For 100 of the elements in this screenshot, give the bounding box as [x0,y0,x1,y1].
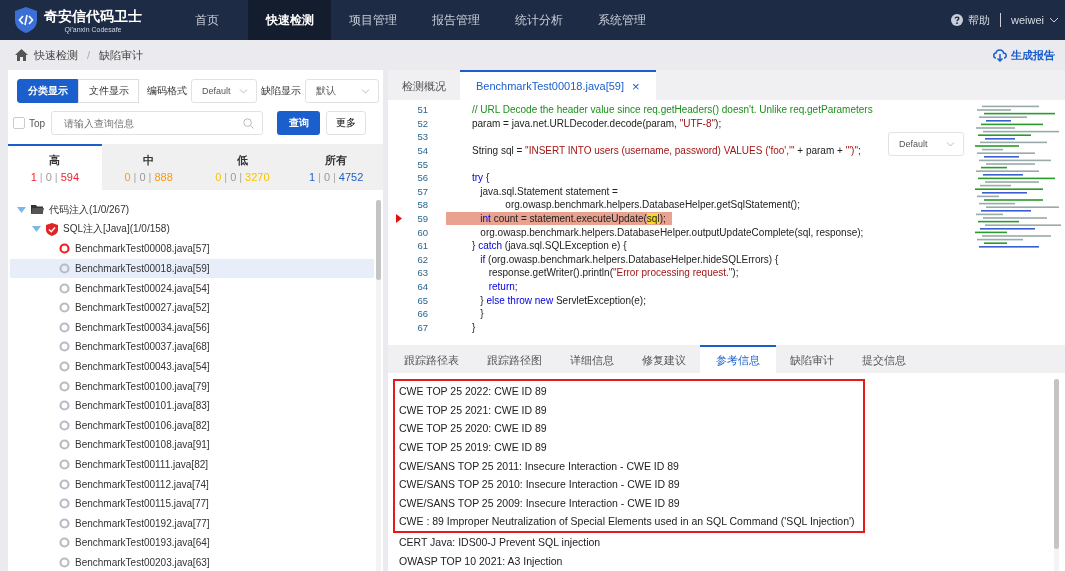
line-number: 63 [416,267,428,279]
tree-file-item[interactable]: BenchmarkTest00034.java[56] [10,317,374,338]
line-number: 65 [416,294,428,306]
tree-file-item[interactable]: BenchmarkTest00024.java[54] [10,278,374,298]
severity-label: 所有 [325,153,348,168]
encoding-select[interactable]: Default [888,132,964,156]
breadcrumb-link[interactable]: 快速检测 [34,47,78,63]
severity-count: 1 [308,171,315,183]
code-line: response.getWriter().println("Error processing request."); [487,266,739,280]
more-button[interactable]: 更多 [326,111,367,135]
nav-tab[interactable]: 快速检测 [248,0,331,40]
home-icon[interactable] [15,49,28,61]
nav-tab[interactable]: 首页 [165,0,248,40]
tree-file-item[interactable]: BenchmarkTest00108.java[91] [10,435,374,455]
tree-subcategory[interactable]: SQL注入[Java](1/0/158) [63,222,170,237]
tree-file-item[interactable]: BenchmarkTest00193.java[64] [10,533,374,553]
editor-tab[interactable]: 检测概况 [388,70,460,100]
tree-file-item[interactable]: BenchmarkTest00203.java[63] [10,552,374,571]
top-checkbox[interactable] [13,117,25,129]
tree-file-item[interactable]: BenchmarkTest00008.java[57] [10,239,374,259]
view-toggle-button[interactable]: 分类显示 [17,79,78,103]
expand-caret-icon[interactable] [32,226,41,233]
code-line: org.owasp.benchmark.helpers.DatabaseHelper.getSqlStatement(); [504,198,800,212]
scrollbar[interactable] [1054,379,1059,571]
severity-tab[interactable]: 中 0 | 0 | 888 [101,144,196,190]
detail-tab[interactable]: 详细信息 [556,345,628,373]
tree-category[interactable]: 代码注入(1/0/267) [49,202,130,217]
reference-item: CWE TOP 25 2020: CWE ID 89 [399,421,548,437]
count-separator: | [333,171,336,183]
folder-icon [31,204,44,216]
line-number: 52 [416,117,428,129]
severity-count: 3270 [245,171,270,183]
code-line: try { [471,171,490,185]
tree-file-item[interactable]: BenchmarkTest00027.java[52] [10,297,374,318]
code-line: } [479,307,484,321]
severity-count: 0 [230,171,237,183]
nav-tab[interactable]: 统计分析 [497,0,580,40]
detail-tab[interactable]: 提交信息 [848,345,920,373]
nav-tab[interactable]: 项目管理 [331,0,414,40]
defect-display-label: 缺陷显示 [261,84,301,98]
tree-file-item[interactable]: BenchmarkTest00115.java[77] [10,493,374,514]
reference-item: CWE TOP 25 2022: CWE ID 89 [399,384,548,400]
chevron-down-icon[interactable] [1049,17,1059,23]
severity-tab[interactable]: 低 0 | 0 | 3270 [195,144,290,190]
defect-display-select[interactable]: 默认 [305,79,379,103]
tree-file-item[interactable]: BenchmarkTest00018.java[59] [10,258,374,279]
help-link[interactable]: 帮助 [968,12,990,28]
expand-caret-icon[interactable] [17,206,26,213]
reference-item: CWE/SANS TOP 25 2010: Insecure Interaction - CWE ID 89 [399,477,681,493]
reference-item: CWE : 89 Improper Neutralization of Special Elements used in an SQL Command ('SQL Injection') [399,514,855,530]
detail-tab[interactable]: 跟踪路径图 [473,345,556,373]
code-line: // URL Decode the header value since req.getHeaders() doesn't. Unlike req.getParameters [471,103,873,117]
code-line: } else throw new ServletException(e); [479,293,646,307]
reference-item: CWE/SANS TOP 25 2009: Insecure Interaction - CWE ID 89 [399,495,681,511]
detail-tab[interactable]: 修复建议 [628,345,700,373]
tree-file-item[interactable]: BenchmarkTest00192.java[77] [10,513,374,534]
detail-tab[interactable]: 参考信息 [700,345,776,373]
severity-tab[interactable]: 所有 1 | 0 | 4752 [289,144,383,190]
help-icon[interactable] [951,14,963,26]
severity-label: 中 [143,153,155,168]
tree-file-item[interactable]: BenchmarkTest00101.java[83] [10,395,374,416]
line-number: 51 [416,104,428,116]
search-field[interactable]: 请输入查询信息 [51,111,264,135]
severity-label: 低 [236,153,248,168]
shield-check-icon [46,222,58,236]
line-number: 58 [416,199,428,211]
code-line: } catch (java.sql.SQLException e) { [471,239,627,253]
tree-file-item[interactable]: BenchmarkTest00043.java[54] [10,356,374,377]
severity-count: 0 [139,171,146,183]
reference-item: OWASP TOP 10 2021: A3 Injection [398,553,564,569]
line-number: 66 [416,308,428,320]
severity-label: 高 [49,153,61,168]
severity-tab[interactable]: 高 1 | 0 | 594 [8,144,102,190]
generate-report-link[interactable]: 生成报告 [992,47,1055,63]
code-line: } [471,320,476,335]
encoding-select[interactable]: Default [191,79,257,103]
query-button[interactable]: 查询 [277,111,321,135]
close-tab-button[interactable]: × [632,78,640,94]
tree-file-item[interactable]: BenchmarkTest00112.java[74] [10,474,374,494]
search-icon[interactable] [243,117,255,129]
tree-file-item[interactable]: BenchmarkTest00111.java[82] [10,454,374,475]
count-separator: | [239,171,243,183]
editor-tab[interactable]: BenchmarkTest00018.java[59] × [460,70,656,100]
tree-file-item[interactable]: BenchmarkTest00037.java[68] [10,337,374,357]
detail-tab[interactable]: 缺陷审计 [776,345,848,373]
view-toggle-button[interactable]: 文件显示 [78,79,139,103]
severity-count: 594 [60,171,80,183]
severity-count: 0 [215,171,222,183]
code-line: if (org.owasp.benchmark.helpers.DatabaseHelper.hideSQLErrors) { [479,252,779,267]
tree-file-item[interactable]: BenchmarkTest00100.java[79] [10,376,374,396]
detail-tab[interactable]: 跟踪路径表 [390,345,473,373]
scrollbar[interactable] [376,200,381,571]
severity-count: 0 [124,171,131,183]
nav-tab[interactable]: 报告管理 [414,0,497,40]
tree-file-item[interactable]: BenchmarkTest00106.java[82] [10,415,374,436]
shield-code-icon [14,6,38,34]
nav-tab[interactable]: 系统管理 [580,0,663,40]
encoding-label: 编码格式 [147,84,187,98]
breadcrumb-link[interactable]: 缺陷审计 [99,47,144,63]
user-menu[interactable]: weiwei [1011,14,1044,26]
